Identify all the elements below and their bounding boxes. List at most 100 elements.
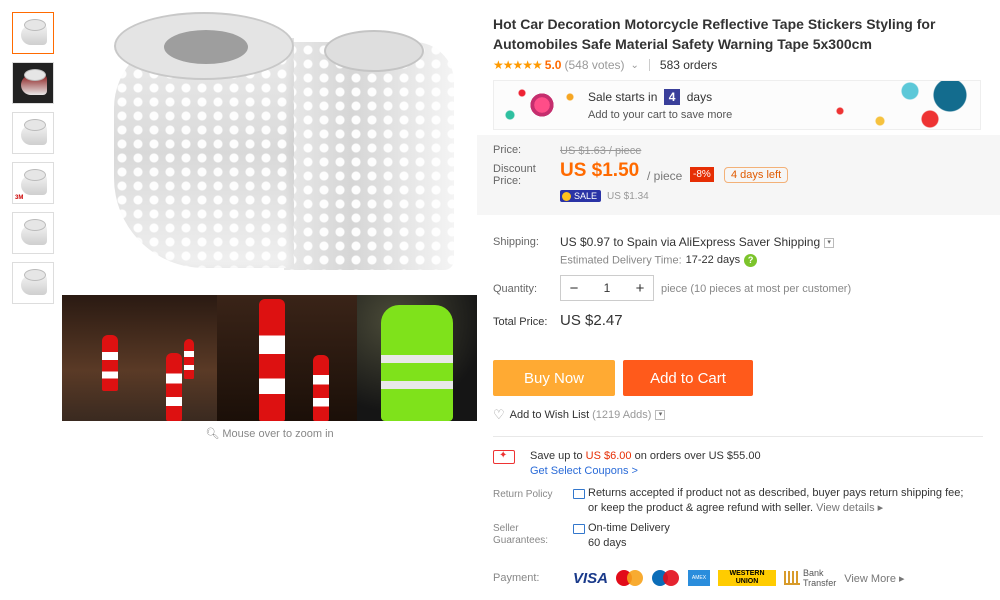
- total-price: US $2.47: [560, 312, 623, 329]
- buy-now-button[interactable]: Buy Now: [493, 360, 615, 396]
- seller-guarantees-label-line2: Guarantees:: [493, 535, 549, 546]
- wishlist-count: (1219 Adds): [592, 409, 652, 421]
- photo-safety-vest: [357, 295, 477, 421]
- total-price-label: Total Price:: [493, 316, 548, 328]
- add-to-wishlist[interactable]: ♡ Add to Wish List (1219 Adds) ▾: [493, 407, 666, 423]
- quantity-label: Quantity:: [493, 283, 538, 295]
- shipping-method[interactable]: US $0.97 to Spain via AliExpress Saver S…: [560, 235, 835, 249]
- coupon-prefix: Save up to: [530, 450, 583, 462]
- discount-label: Discount Price:: [493, 163, 536, 187]
- star-rating-icon: ★★★★★: [493, 58, 543, 72]
- seller-guarantees-label: Seller Guarantees:: [493, 523, 548, 547]
- photo-traffic-cones: [62, 295, 217, 421]
- divider: [493, 436, 983, 437]
- tape-roll-illustration: [114, 12, 454, 282]
- thumbnail-3[interactable]: [12, 112, 54, 154]
- product-info-panel: Hot Car Decoration Motorcycle Reflective…: [477, 0, 1000, 600]
- western-union-logo-icon: WESTERN UNION: [718, 570, 777, 586]
- bank-transfer-line1: Bank: [803, 568, 824, 578]
- chevron-down-icon[interactable]: ▾: [824, 237, 835, 248]
- estimated-delivery-days: 17-22 days: [685, 254, 741, 267]
- price-box: Price: US $1.63 / piece Discount Price: …: [477, 135, 1000, 215]
- wishlist-label[interactable]: Add to Wish List: [510, 409, 589, 421]
- sale-countdown: Sale starts in 4 days: [588, 89, 712, 105]
- quantity-note: piece (10 pieces at most per customer): [661, 283, 852, 295]
- sale-countdown-days: 4: [663, 89, 681, 105]
- original-price: US $1.63 / piece: [560, 145, 642, 157]
- payment-label: Payment:: [493, 572, 540, 584]
- main-product-image[interactable]: [62, 0, 477, 295]
- thumbnail-1[interactable]: [12, 12, 54, 54]
- heart-icon: ♡: [493, 407, 505, 422]
- return-policy-text: Returns accepted if product not as descr…: [588, 486, 963, 516]
- quantity-decrement-button[interactable]: −: [561, 280, 587, 297]
- delivery-guarantee-icon: [573, 524, 585, 534]
- chevron-down-icon[interactable]: ⌄: [631, 60, 639, 71]
- return-policy-icon: [573, 489, 585, 499]
- thumbnail-6[interactable]: [12, 262, 54, 304]
- maestro-logo-icon: [652, 569, 680, 587]
- photo-reflective-posts: [217, 295, 357, 421]
- quantity-increment-button[interactable]: +: [627, 280, 653, 297]
- seller-guarantees-text: On-time Delivery 60 days: [588, 521, 670, 551]
- seller-guarantees-label-line1: Seller: [493, 523, 519, 534]
- coupon-icon: [493, 450, 515, 464]
- payment-methods: VISA AMEX WESTERN UNION Bank Transfer Vie…: [573, 568, 905, 588]
- thumbnail-brand-label: 3M: [15, 195, 24, 201]
- product-title: Hot Car Decoration Motorcycle Reflective…: [493, 16, 936, 52]
- zoom-hint: 🔍︎ Mouse over to zoom in: [62, 427, 477, 440]
- rating-votes[interactable]: (548 votes): [564, 58, 624, 72]
- amex-logo-icon: AMEX: [688, 570, 711, 586]
- flower-icon: [524, 87, 560, 123]
- discount-label-line2: Price:: [493, 175, 522, 187]
- mastercard-logo-icon: [616, 569, 644, 587]
- discount-label-line1: Discount: [493, 163, 536, 175]
- orders-count: 583 orders: [659, 58, 718, 72]
- visa-logo-icon: VISA: [573, 569, 609, 587]
- discount-price: US $1.50: [560, 160, 640, 181]
- quantity-input[interactable]: 1: [587, 281, 627, 295]
- sale-banner[interactable]: Sale starts in 4 days Add to your cart t…: [493, 80, 981, 130]
- estimated-delivery: Estimated Delivery Time: 17-22 days?: [560, 254, 758, 267]
- days-left-badge: 4 days left: [724, 167, 789, 183]
- sale-price: US $1.34: [607, 191, 649, 202]
- return-policy-line2: or keep the product & agree refund with …: [588, 502, 814, 514]
- view-details-link[interactable]: View details ▸: [816, 502, 883, 514]
- help-icon[interactable]: ?: [744, 254, 758, 267]
- bank-transfer-logo: Bank Transfer: [784, 568, 836, 588]
- return-policy-label: Return Policy: [493, 489, 553, 500]
- per-piece-unit: / piece: [647, 169, 683, 183]
- shipping-text: US $0.97 to Spain via AliExpress Saver S…: [560, 235, 821, 249]
- rating-score: 5.0: [544, 58, 562, 72]
- discount-percent-badge: -8%: [690, 167, 714, 182]
- usage-photo-strip: [62, 295, 477, 421]
- sale-countdown-prefix: Sale starts in: [588, 90, 658, 104]
- guarantee-line1: On-time Delivery: [588, 522, 670, 534]
- price-label: Price:: [493, 144, 522, 156]
- banner-decoration-right: [780, 81, 980, 129]
- zoom-hint-text: Mouse over to zoom in: [222, 428, 334, 440]
- get-coupons-link[interactable]: Get Select Coupons >: [530, 465, 638, 477]
- coupon-suffix: on orders over US $55.00: [634, 450, 761, 462]
- thumbnail-4[interactable]: 3M: [12, 162, 54, 204]
- search-icon: 🔍︎: [205, 428, 220, 440]
- sale-badge: SALE: [560, 190, 602, 202]
- estimated-delivery-label: Estimated Delivery Time:: [560, 254, 682, 267]
- payment-view-more-link[interactable]: View More ▸: [844, 572, 904, 585]
- thumbnail-5[interactable]: [12, 212, 54, 254]
- return-policy-line1: Returns accepted if product not as descr…: [588, 487, 964, 499]
- sale-subtext: Add to your cart to save more: [588, 109, 733, 121]
- thumbnail-list: 3M: [12, 12, 56, 312]
- bank-icon: [784, 571, 801, 585]
- coupon-amount: US $6.00: [585, 450, 632, 462]
- add-to-cart-button[interactable]: Add to Cart: [623, 360, 753, 396]
- sale-countdown-suffix: days: [686, 90, 713, 104]
- coupon-offer: Save up to US $6.00 on orders over US $5…: [530, 450, 761, 462]
- bank-transfer-line2: Transfer: [803, 578, 837, 588]
- quantity-stepper: − 1 +: [560, 275, 654, 301]
- chevron-down-icon[interactable]: ▾: [655, 410, 666, 420]
- rating-row: ★★★★★ 5.0 (548 votes) ⌄ 583 orders: [493, 58, 717, 72]
- thumbnail-2[interactable]: [12, 62, 54, 104]
- guarantee-line2: 60 days: [588, 537, 627, 549]
- divider: [648, 59, 650, 71]
